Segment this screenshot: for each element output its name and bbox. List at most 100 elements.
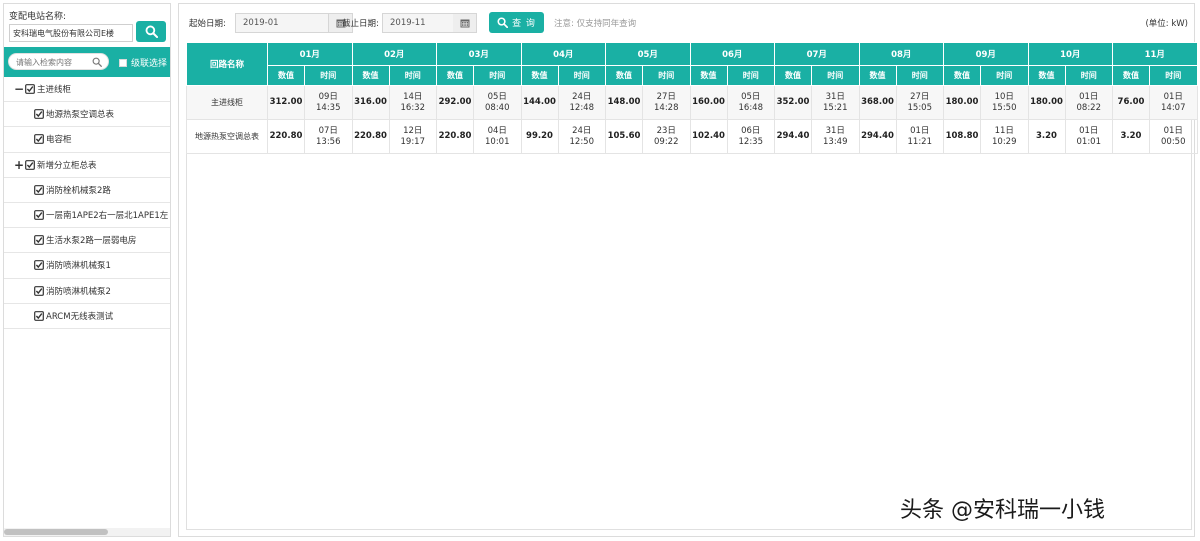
demand-clock-time: 14:07: [1161, 102, 1186, 113]
tree-item-label: 电容柜: [46, 135, 72, 146]
filter-input[interactable]: [16, 56, 92, 68]
checkbox-checked-icon[interactable]: [34, 109, 44, 120]
tree-item[interactable]: 消防喷淋机械泵1: [4, 253, 170, 279]
demand-clock-time: 11:21: [907, 136, 933, 147]
demand-value-cell: 3.20: [1027, 119, 1066, 154]
tree-item[interactable]: + 新增分立柜总表: [4, 153, 170, 178]
demand-clock-time: 16:48: [738, 102, 764, 113]
demand-time-cell: 27日 14:28: [642, 85, 691, 120]
demand-clock-time: 12:48: [569, 102, 595, 113]
demand-clock-time: 14:28: [654, 102, 679, 113]
checkbox-checked-icon[interactable]: [25, 159, 35, 170]
collapse-icon[interactable]: −: [14, 83, 24, 95]
query-button[interactable]: 查 询: [489, 12, 544, 33]
value-subheader: 数值: [520, 65, 559, 86]
tree-item[interactable]: 电容柜: [4, 127, 170, 153]
demand-value-cell: 3.20: [1112, 119, 1150, 154]
checkbox-icon: [119, 58, 127, 67]
tree-item[interactable]: 消防喷淋机械泵2: [4, 279, 170, 304]
demand-value-cell: 316.00: [351, 85, 390, 120]
same-year-note: 注意: 仅支持同年查询: [554, 19, 637, 29]
tree-item-label: 地源热泵空调总表: [46, 110, 115, 121]
demand-day: 04日: [487, 125, 507, 136]
demand-time-cell: 05日 08:40: [473, 85, 522, 120]
table-row: 地源热泵空调总表 220.80 07日 13:56 220.80 12日 19:17 220.…: [186, 119, 1198, 154]
value-subheader: 数值: [943, 65, 981, 86]
tree-item-label: 消防喷淋机械泵2: [46, 286, 111, 297]
demand-time-cell: 01日 11:21: [895, 119, 944, 154]
station-search-button[interactable]: [136, 21, 166, 42]
month-header: 01月: [267, 42, 353, 66]
report-panel: 起始日期: 2019-01 截止日期: 2019-11 查 询 注意: 仅支持同…: [178, 3, 1198, 537]
month-header: 02月: [351, 42, 437, 66]
tree-item[interactable]: 生活水泵2路一层弱电房: [4, 228, 170, 254]
expand-icon[interactable]: +: [14, 159, 24, 171]
checkbox-checked-icon[interactable]: [25, 84, 35, 94]
end-date-picker-button[interactable]: [453, 13, 477, 33]
demand-clock-time: 13:56: [316, 136, 341, 147]
demand-clock-time: 13:49: [823, 136, 848, 147]
tree-item[interactable]: 一层南1APE2右一层北1APE1左: [4, 203, 170, 229]
checkbox-checked-icon[interactable]: [34, 260, 44, 271]
cascade-label: 级联选择: [131, 59, 168, 69]
value-subheader: 数值: [351, 65, 390, 86]
month-header: 08月: [858, 42, 944, 66]
start-date-input[interactable]: 2019-01: [235, 13, 329, 33]
demand-clock-time: 15:50: [992, 102, 1017, 113]
horizontal-scrollbar[interactable]: [4, 528, 170, 536]
checkbox-checked-icon[interactable]: [34, 134, 44, 145]
demand-value-cell: 180.00: [943, 85, 981, 120]
checkbox-checked-icon[interactable]: [34, 184, 44, 195]
table-row: 主进线柜 312.00 09日 14:35 316.00 14日 16:32 292.00 05…: [186, 85, 1198, 120]
demand-day: 12日: [403, 125, 423, 136]
query-button-label: 查 询: [512, 19, 536, 29]
checkbox-checked-icon[interactable]: [34, 210, 44, 220]
demand-time-cell: 05日 16:48: [726, 85, 775, 120]
cascade-select-checkbox[interactable]: 级联选择: [119, 56, 167, 69]
tree-item[interactable]: 消防栓机械泵2路: [4, 178, 170, 203]
max-demand-table: 回路名称 01月 02月 03月 04月 05月 06月 07月 08月 09月 10月 11月 数…: [186, 42, 1198, 154]
demand-time-cell: 11日 10:29: [980, 119, 1029, 154]
value-subheader: 数值: [605, 65, 643, 86]
demand-day: 27日: [910, 91, 930, 102]
calendar-icon: [460, 19, 469, 28]
scrollbar-thumb[interactable]: [4, 529, 108, 535]
tree-item-label: 生活水泵2路一层弱电房: [46, 236, 137, 247]
checkbox-checked-icon[interactable]: [34, 285, 44, 296]
demand-value-cell: 294.40: [774, 119, 812, 154]
time-subheader: 时间: [980, 65, 1029, 86]
demand-clock-time: 08:40: [485, 102, 510, 113]
checkbox-checked-icon[interactable]: [34, 235, 44, 246]
demand-clock-time: 12:35: [738, 136, 764, 147]
demand-day: 01日: [1163, 125, 1183, 136]
demand-time-cell: 31日 13:49: [811, 119, 860, 154]
demand-time-cell: 01日 08:22: [1064, 85, 1113, 120]
demand-time-cell: 01日 14:07: [1149, 85, 1198, 120]
demand-value-cell: 220.80: [267, 119, 305, 154]
month-header: 09月: [943, 42, 1029, 66]
demand-time-cell: 27日 15:05: [895, 85, 944, 120]
demand-day: 27日: [656, 91, 676, 102]
demand-day: 24日: [572, 125, 592, 136]
value-subheader: 数值: [436, 65, 474, 86]
demand-day: 23日: [656, 125, 676, 136]
demand-value-cell: 148.00: [605, 85, 643, 120]
time-subheader: 时间: [811, 65, 860, 86]
demand-day: 01日: [1163, 91, 1183, 102]
demand-day: 24日: [572, 91, 592, 102]
time-subheader: 时间: [388, 65, 437, 86]
tree-item[interactable]: ARCM无线表测试: [4, 304, 170, 329]
tree-item[interactable]: − 主进线柜: [4, 77, 170, 103]
month-header: 03月: [436, 42, 522, 66]
tree-item[interactable]: 地源热泵空调总表: [4, 102, 170, 128]
demand-clock-time: 15:05: [907, 102, 933, 113]
station-name-field[interactable]: 安科瑞电气股份有限公司E楼: [9, 24, 133, 42]
tree-item-label: ARCM无线表测试: [46, 311, 114, 322]
demand-clock-time: 00:50: [1161, 136, 1186, 147]
demand-time-cell: 01日 00:50: [1149, 119, 1198, 154]
demand-day: 01日: [1079, 91, 1099, 102]
search-icon[interactable]: [92, 57, 102, 67]
checkbox-checked-icon[interactable]: [34, 310, 44, 321]
demand-day: 14日: [403, 91, 423, 102]
demand-clock-time: 10:01: [485, 136, 510, 147]
